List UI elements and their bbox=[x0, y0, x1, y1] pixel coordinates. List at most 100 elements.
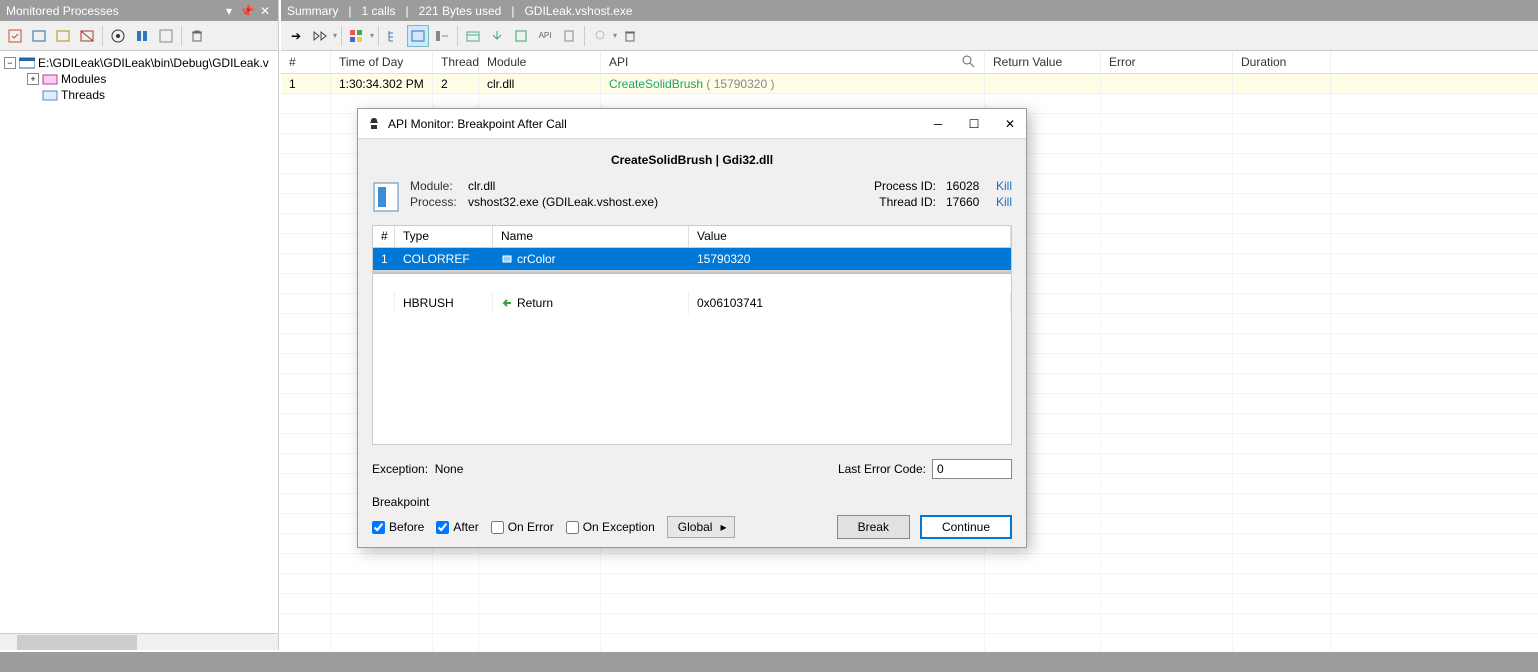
process-value: vshost32.exe (GDILeak.vshost.exe) bbox=[468, 195, 658, 209]
bulb-icon[interactable] bbox=[589, 25, 611, 47]
check-onerror[interactable]: On Error bbox=[491, 520, 554, 534]
return-row[interactable]: HBRUSH Return 0x06103741 bbox=[373, 292, 1011, 314]
dialog-titlebar[interactable]: API Monitor: Breakpoint After Call ─ ☐ ✕ bbox=[358, 109, 1026, 139]
summary-calls: 1 calls bbox=[361, 4, 395, 18]
app-icon bbox=[19, 56, 35, 70]
toolbar-icon-2[interactable] bbox=[28, 25, 50, 47]
procid-label: Process ID: bbox=[874, 179, 936, 193]
save-icon[interactable] bbox=[510, 25, 532, 47]
trash-icon[interactable] bbox=[619, 25, 641, 47]
toolbar-icon-6[interactable] bbox=[131, 25, 153, 47]
right-toolbar: ➔ ▾ ▾ API ▾ bbox=[281, 21, 1538, 51]
break-button[interactable]: Break bbox=[837, 515, 910, 539]
calendar-icon[interactable] bbox=[462, 25, 484, 47]
divider: | bbox=[405, 4, 408, 18]
cell-module: clr.dll bbox=[479, 74, 601, 93]
cell-time: 1:30:34.302 PM bbox=[331, 74, 433, 93]
cell-num: 1 bbox=[281, 74, 331, 93]
col-thread[interactable]: Thread bbox=[433, 51, 479, 73]
api-text-icon[interactable]: API bbox=[534, 25, 556, 47]
process-label: Process: bbox=[410, 195, 460, 209]
tree-child-label: Threads bbox=[61, 88, 105, 102]
expand-icon[interactable]: + bbox=[27, 73, 39, 85]
check-before[interactable]: Before bbox=[372, 520, 424, 534]
modules-icon bbox=[42, 72, 58, 86]
left-toolbar bbox=[0, 21, 278, 51]
minimize-icon[interactable]: ─ bbox=[930, 116, 946, 132]
kill-thread-link[interactable]: Kill bbox=[996, 195, 1012, 209]
col-api-label: API bbox=[609, 55, 628, 69]
param-col-num[interactable]: # bbox=[373, 226, 395, 247]
close-icon[interactable]: ✕ bbox=[258, 4, 272, 18]
summary-title-bar: Summary | 1 calls | 221 Bytes used | GDI… bbox=[281, 0, 1538, 21]
check-onexception[interactable]: On Exception bbox=[566, 520, 655, 534]
api-func: CreateSolidBrush bbox=[609, 77, 703, 91]
param-table: # Type Name Value 1 COLORREF crColor 157… bbox=[372, 225, 1012, 445]
col-module[interactable]: Module bbox=[479, 51, 601, 73]
tree-child[interactable]: Threads bbox=[4, 87, 274, 103]
maximize-icon[interactable]: ☐ bbox=[966, 116, 982, 132]
toolbar-icon-7[interactable] bbox=[155, 25, 177, 47]
param-col-type[interactable]: Type bbox=[395, 226, 493, 247]
lasterror-input[interactable] bbox=[932, 459, 1012, 479]
col-duration[interactable]: Duration bbox=[1233, 51, 1331, 73]
col-api[interactable]: API bbox=[601, 51, 985, 73]
param-value: 15790320 bbox=[689, 248, 1011, 270]
global-dropdown[interactable]: Global ▸ bbox=[667, 516, 736, 538]
col-num[interactable]: # bbox=[281, 51, 331, 73]
col-time[interactable]: Time of Day bbox=[331, 51, 433, 73]
divider: | bbox=[348, 4, 351, 18]
close-icon[interactable]: ✕ bbox=[1002, 116, 1018, 132]
tree-child-label: Modules bbox=[61, 72, 106, 86]
module-icon bbox=[372, 179, 400, 215]
param-type: COLORREF bbox=[395, 248, 493, 270]
collapse-icon[interactable]: − bbox=[4, 57, 16, 69]
chevron-right-icon: ▸ bbox=[720, 520, 726, 534]
dropdown-icon[interactable]: ▾ bbox=[222, 4, 236, 18]
threadid-label: Thread ID: bbox=[879, 195, 936, 209]
kill-process-link[interactable]: Kill bbox=[996, 179, 1012, 193]
param-row[interactable]: 1 COLORREF crColor 15790320 bbox=[373, 248, 1011, 270]
tree-icon-btn[interactable] bbox=[383, 25, 405, 47]
toolbar-icon-4[interactable] bbox=[76, 25, 98, 47]
filter-icon[interactable] bbox=[407, 25, 429, 47]
find-icon[interactable] bbox=[309, 25, 331, 47]
tree-child[interactable]: + Modules bbox=[4, 71, 274, 87]
search-icon[interactable] bbox=[962, 55, 976, 69]
down-icon[interactable] bbox=[486, 25, 508, 47]
app-icon bbox=[366, 116, 382, 132]
summary-label: Summary bbox=[287, 4, 338, 18]
lasterror-label: Last Error Code: bbox=[838, 462, 926, 476]
check-after-label: After bbox=[453, 520, 478, 534]
dialog-title: API Monitor: Breakpoint After Call bbox=[388, 117, 567, 131]
breakpoint-dialog: API Monitor: Breakpoint After Call ─ ☐ ✕… bbox=[357, 108, 1027, 548]
return-icon bbox=[501, 297, 513, 309]
scrollbar-thumb[interactable] bbox=[17, 635, 137, 650]
toolbar-icon-1[interactable] bbox=[4, 25, 26, 47]
toolbar-icon-3[interactable] bbox=[52, 25, 74, 47]
table-row[interactable]: 1 1:30:34.302 PM 2 clr.dll CreateSolidBr… bbox=[281, 74, 1538, 94]
horizontal-scrollbar[interactable] bbox=[0, 633, 278, 650]
trash-icon[interactable] bbox=[186, 25, 208, 47]
exception-label: Exception: bbox=[372, 462, 428, 476]
param-name-text: crColor bbox=[517, 252, 556, 266]
col-return[interactable]: Return Value bbox=[985, 51, 1101, 73]
grid-header: # Time of Day Thread Module API Return V… bbox=[281, 51, 1538, 74]
param-divider bbox=[373, 270, 1011, 274]
param-col-name[interactable]: Name bbox=[493, 226, 689, 247]
col-error[interactable]: Error bbox=[1101, 51, 1233, 73]
continue-button[interactable]: Continue bbox=[920, 515, 1012, 539]
grid-icon[interactable] bbox=[346, 25, 368, 47]
summary-bytes: 221 Bytes used bbox=[419, 4, 502, 18]
threads-icon bbox=[42, 88, 58, 102]
tree-root[interactable]: − E:\GDILeak\GDILeak\bin\Debug\GDILeak.v bbox=[4, 55, 274, 71]
param-name: crColor bbox=[493, 248, 689, 270]
toolbar-btn[interactable] bbox=[431, 25, 453, 47]
pin-icon[interactable]: 📌 bbox=[240, 4, 254, 18]
doc-icon[interactable] bbox=[558, 25, 580, 47]
target-icon[interactable] bbox=[107, 25, 129, 47]
check-after[interactable]: After bbox=[436, 520, 478, 534]
param-col-value[interactable]: Value bbox=[689, 226, 1011, 247]
cell-api: CreateSolidBrush ( 15790320 ) bbox=[601, 74, 985, 93]
arrow-right-icon[interactable]: ➔ bbox=[285, 25, 307, 47]
